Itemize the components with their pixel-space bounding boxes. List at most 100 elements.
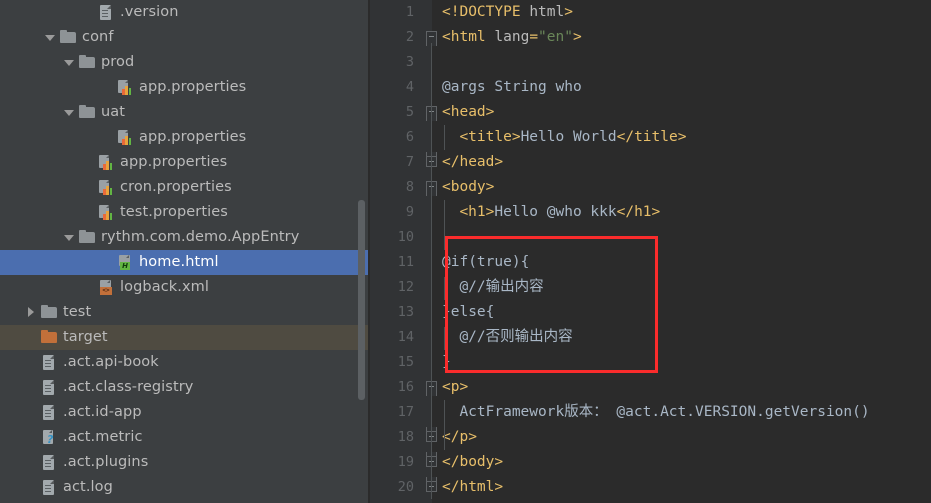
- tree-item[interactable]: test: [0, 300, 370, 325]
- line-number[interactable]: 17: [370, 400, 414, 425]
- properties-file-icon: [117, 79, 134, 96]
- tree-item[interactable]: <> logback.xml: [0, 275, 370, 300]
- line-number[interactable]: 5: [370, 100, 414, 125]
- code-line: 4 @args String who: [370, 75, 931, 100]
- chevron-down-icon[interactable]: [63, 231, 76, 244]
- line-number[interactable]: 11: [370, 250, 414, 275]
- xml-file-icon: <>: [98, 279, 115, 296]
- code-token: Hello @who kkk: [494, 204, 617, 220]
- fold-marker-icon[interactable]: [426, 106, 439, 121]
- fold-marker-icon[interactable]: [426, 181, 439, 196]
- tree-item[interactable]: .act.id-app: [0, 400, 370, 425]
- line-number[interactable]: 2: [370, 25, 414, 50]
- tree-item-label: .act.plugins: [63, 454, 149, 470]
- tree-item[interactable]: rythm.com.demo.AppEntry: [0, 225, 370, 250]
- tree-item[interactable]: ? .act.metric: [0, 425, 370, 450]
- code-line: 19 </body>: [370, 450, 931, 475]
- code-line-text: <h1>Hello @who kkk</h1>: [459, 200, 660, 225]
- code-token: </: [616, 204, 635, 220]
- line-number[interactable]: 13: [370, 300, 414, 325]
- code-line: 5 <head>: [370, 100, 931, 125]
- file-icon: [41, 479, 58, 496]
- fold-marker-icon[interactable]: [426, 477, 439, 494]
- code-line: 3: [370, 50, 931, 75]
- tree-item[interactable]: .version: [0, 0, 370, 25]
- chevron-down-icon[interactable]: [63, 56, 76, 69]
- line-number[interactable]: 4: [370, 75, 414, 100]
- code-line-text: <title>Hello World</title>: [459, 125, 686, 150]
- line-number[interactable]: 9: [370, 200, 414, 225]
- line-number[interactable]: 6: [370, 125, 414, 150]
- code-token: head: [450, 104, 486, 120]
- code-token: >: [494, 454, 504, 470]
- line-number[interactable]: 20: [370, 475, 414, 500]
- code-token: html: [459, 479, 495, 495]
- folder-icon: [79, 104, 96, 121]
- line-number[interactable]: 7: [370, 150, 414, 175]
- indent-guide: [444, 125, 445, 150]
- tree-item[interactable]: app.properties: [0, 150, 370, 175]
- line-number[interactable]: 10: [370, 225, 414, 250]
- fold-marker-icon[interactable]: [426, 31, 439, 46]
- code-token: <: [442, 104, 451, 120]
- tree-item-label: target: [63, 329, 108, 345]
- properties-file-icon: [98, 154, 115, 171]
- line-number[interactable]: 12: [370, 275, 414, 300]
- code-token: }: [442, 354, 451, 370]
- project-tree-panel: .version conf prod app.properties uat app.pro…: [0, 0, 370, 503]
- line-number[interactable]: 15: [370, 350, 414, 375]
- tree-item[interactable]: act.log: [0, 475, 370, 500]
- code-text-area[interactable]: 1 <!DOCTYPE html> 2 <html lang="en"> 3 4 @args…: [370, 0, 931, 503]
- tree-item[interactable]: uat: [0, 100, 370, 125]
- fold-marker-icon[interactable]: [426, 381, 439, 396]
- chevron-down-icon[interactable]: [63, 106, 76, 119]
- tree-item[interactable]: Hhome.html: [0, 250, 370, 275]
- code-line: 15}: [370, 350, 931, 375]
- code-token: >: [564, 4, 573, 20]
- code-line-text: ActFramework版本： @act.Act.VERSION.getVers…: [459, 400, 869, 425]
- tree-item[interactable]: test.properties: [0, 200, 370, 225]
- tree-item[interactable]: conf: [0, 25, 370, 50]
- tree-item[interactable]: prod: [0, 50, 370, 75]
- code-token: title: [468, 129, 512, 145]
- line-number[interactable]: 3: [370, 50, 414, 75]
- code-line: 13 }else{: [370, 300, 931, 325]
- chevron-down-icon[interactable]: [44, 31, 57, 44]
- code-editor[interactable]: 1 <!DOCTYPE html> 2 <html lang="en"> 3 4 @args…: [370, 0, 931, 503]
- code-line-text: </body>: [442, 450, 503, 475]
- tree-item-label: home.html: [139, 254, 219, 270]
- code-line-text: }else{: [442, 300, 494, 325]
- line-number[interactable]: 18: [370, 425, 414, 450]
- tree-item[interactable]: app.properties: [0, 125, 370, 150]
- indent-guide: [444, 400, 445, 450]
- tree-item[interactable]: cron.properties: [0, 175, 370, 200]
- line-number[interactable]: 8: [370, 175, 414, 200]
- tree-item[interactable]: target: [0, 325, 370, 350]
- code-token: body: [450, 179, 486, 195]
- tree-item[interactable]: .act.plugins: [0, 450, 370, 475]
- code-token: @act.Act.VERSION.getVersion(): [607, 404, 870, 420]
- line-number[interactable]: 14: [370, 325, 414, 350]
- chevron-right-icon[interactable]: [25, 306, 38, 319]
- fold-marker-icon[interactable]: [426, 152, 439, 169]
- properties-file-icon: [98, 204, 115, 221]
- file-icon: [41, 379, 58, 396]
- code-line-text: <!DOCTYPE html>: [442, 0, 573, 25]
- fold-marker-icon[interactable]: [426, 427, 439, 444]
- sidebar-scrollbar[interactable]: [358, 200, 365, 400]
- line-number[interactable]: 19: [370, 450, 414, 475]
- line-number[interactable]: 1: [370, 0, 414, 25]
- fold-marker-icon[interactable]: [426, 452, 439, 469]
- tree-item[interactable]: .act.class-registry: [0, 375, 370, 400]
- tree-item-label: cron.properties: [120, 179, 232, 195]
- code-line-text: @args String who: [442, 75, 582, 100]
- tree-item[interactable]: app.properties: [0, 75, 370, 100]
- tree-item[interactable]: .act.api-book: [0, 350, 370, 375]
- line-number[interactable]: 16: [370, 375, 414, 400]
